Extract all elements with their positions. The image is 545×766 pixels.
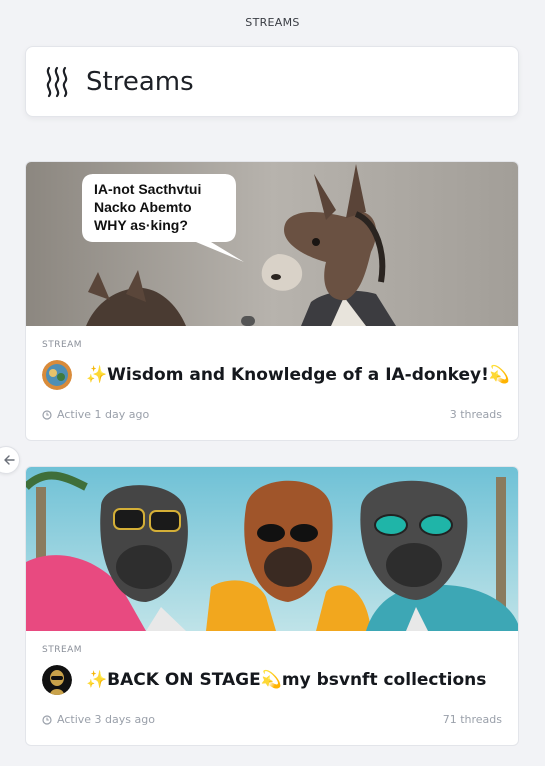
svg-text:WHY as·king?: WHY as·king? [94, 217, 188, 233]
stream-thread-count: 71 threads [442, 713, 502, 726]
stream-card[interactable]: IA-not Sacthvtui Nacko Abemto WHY as·kin… [25, 161, 519, 441]
svg-text:IA-not Sacthvtui: IA-not Sacthvtui [94, 181, 201, 197]
stream-thread-count: 3 threads [449, 408, 502, 421]
streams-waves-icon [44, 65, 72, 99]
avatar [42, 360, 72, 390]
stream-type-label: STREAM [42, 340, 83, 350]
stream-type-label: STREAM [42, 645, 83, 655]
svg-text:Nacko Abemto: Nacko Abemto [94, 199, 192, 215]
streams-header-card: Streams [25, 46, 519, 117]
back-button[interactable] [0, 446, 20, 474]
stream-title[interactable]: ✨BACK ON STAGE💫my bsvnft collections [86, 670, 486, 690]
page-title: Streams [86, 66, 194, 97]
stream-active-time: Active 1 day ago [57, 408, 150, 421]
arrow-left-icon [3, 451, 15, 470]
section-label: STREAMS [245, 15, 300, 29]
clock-icon [42, 714, 52, 725]
avatar [42, 665, 72, 695]
stream-cover-image: IA-not Sacthvtui Nacko Abemto WHY as·kin… [26, 162, 518, 326]
stream-card-body: STREAM ✨BACK ON STAGE💫my bsvnft collecti… [26, 631, 518, 726]
clock-icon [42, 409, 52, 420]
stream-active-time: Active 3 days ago [57, 713, 155, 726]
top-bar: STREAMS [0, 0, 545, 44]
stream-card[interactable]: STREAM ✨BACK ON STAGE💫my bsvnft collecti… [25, 466, 519, 746]
stream-cover-image [26, 467, 518, 631]
stream-card-body: STREAM ✨Wisdom and Knowledge of a IA-don… [26, 326, 518, 421]
stream-title[interactable]: ✨Wisdom and Knowledge of a IA-donkey!💫 [86, 365, 510, 385]
